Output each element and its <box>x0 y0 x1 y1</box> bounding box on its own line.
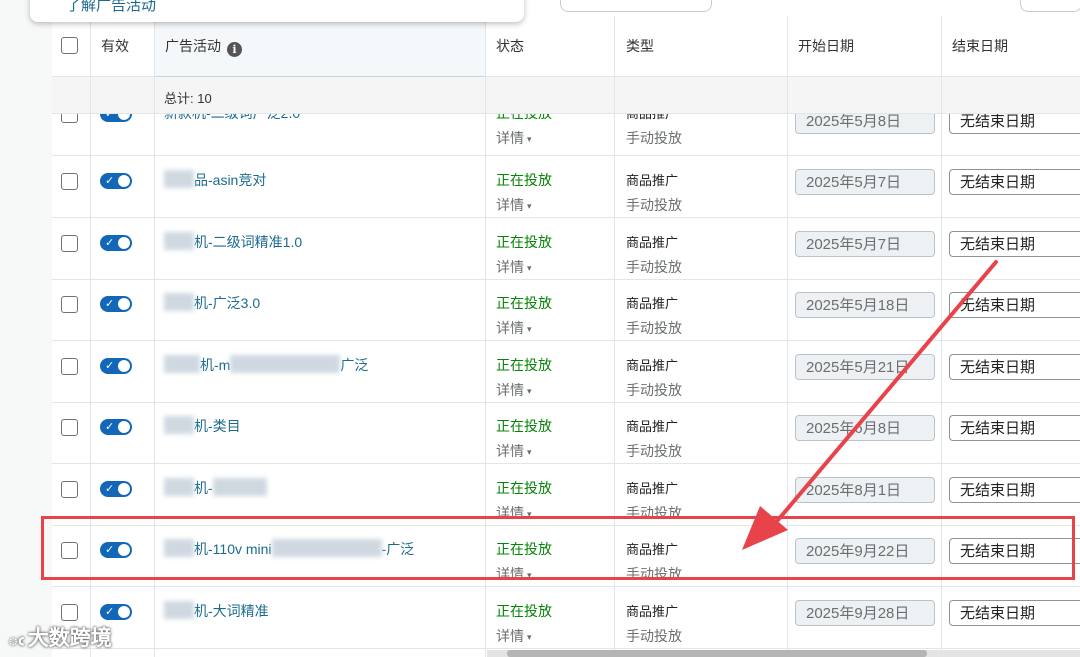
arrow-head <box>742 506 788 550</box>
watermark: ఁ 大数跨境 <box>8 622 112 654</box>
watermark-icon: ఁ <box>8 629 24 649</box>
watermark-text: 大数跨境 <box>27 627 112 650</box>
arrow-shaft <box>776 260 998 522</box>
annotation-arrow <box>742 260 998 550</box>
